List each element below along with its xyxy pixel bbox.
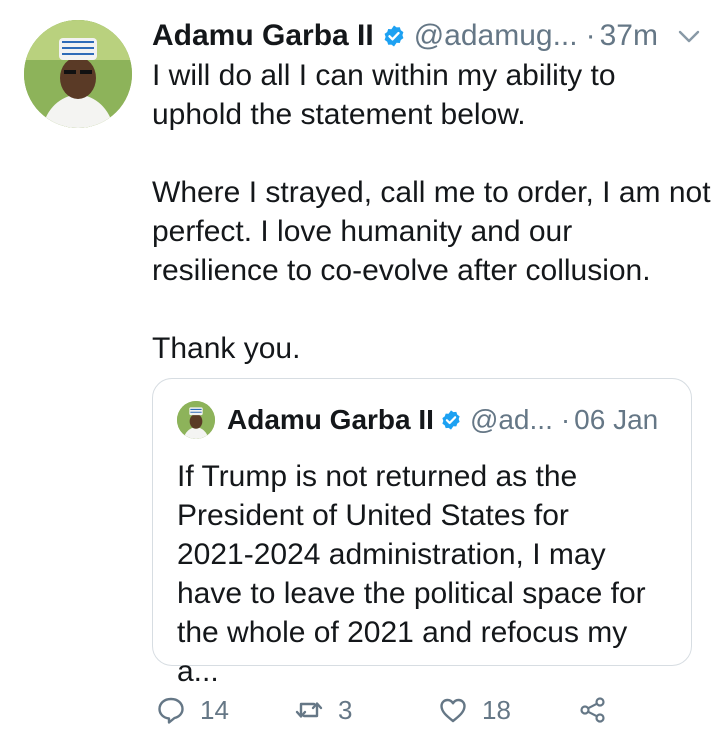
author-handle[interactable]: @adamug... xyxy=(414,19,578,53)
quoted-author-handle: @ad... xyxy=(469,404,553,435)
tweet-timestamp[interactable]: 37m xyxy=(600,19,658,53)
tweet-line: uphold the statement below. xyxy=(152,98,526,131)
tweet-header: Adamu Garba II @adamug... · 37m xyxy=(152,14,702,58)
heart-icon xyxy=(440,698,466,723)
reply-icon xyxy=(158,697,184,724)
like-button[interactable]: 18 xyxy=(438,690,511,730)
tweet-line: I will do all I can within my ability to xyxy=(152,59,616,92)
author-avatar[interactable] xyxy=(24,20,132,128)
quoted-tweet-line: If Trump is not returned as the xyxy=(177,460,578,493)
verified-badge-icon xyxy=(382,24,406,48)
tweet-line: Where I strayed, call me to order, I am … xyxy=(152,176,711,209)
tweet-line: perfect. I love humanity and our xyxy=(152,215,573,248)
tweet-text: I will do all I can within my ability to… xyxy=(152,56,712,368)
share-button[interactable] xyxy=(578,690,622,730)
like-count: 18 xyxy=(482,694,511,725)
quoted-author-avatar xyxy=(177,401,215,439)
quoted-tweet-line: 2021-2024 administration, I may xyxy=(177,538,606,571)
author-name[interactable]: Adamu Garba II xyxy=(152,19,374,53)
tweet-line: Thank you. xyxy=(152,332,301,365)
separator-dot: · xyxy=(585,19,596,52)
quoted-tweet-timestamp: 06 Jan xyxy=(574,404,659,435)
quoted-tweet-line: the whole of 2021 and refocus my a... xyxy=(177,616,628,688)
quoted-tweet-line: President of United States for xyxy=(177,499,569,532)
retweet-button[interactable]: 3 xyxy=(294,690,352,730)
share-icon xyxy=(580,697,605,723)
verified-badge-icon xyxy=(440,409,462,431)
avatar-image xyxy=(24,20,132,128)
tweet-line: resilience to co-evolve after collusion. xyxy=(152,254,651,287)
quoted-tweet-line: have to leave the political space for xyxy=(177,577,646,610)
retweet-count: 3 xyxy=(338,694,353,725)
chevron-down-icon[interactable] xyxy=(676,24,702,50)
retweet-icon xyxy=(295,702,323,718)
separator-dot: · xyxy=(560,404,571,435)
quoted-author-name: Adamu Garba II xyxy=(227,404,434,435)
quoted-tweet-card[interactable]: Adamu Garba II @ad... · 06 Jan If Trump … xyxy=(152,378,692,688)
quoted-tweet-text: If Trump is not returned as the Presiden… xyxy=(177,457,677,691)
reply-button[interactable]: 14 xyxy=(156,690,229,730)
quoted-tweet-header: Adamu Garba II @ad... · 06 Jan xyxy=(227,399,658,441)
quoted-avatar-image xyxy=(177,401,215,439)
tweet-action-bar: 14 3 18 xyxy=(152,690,632,730)
reply-count: 14 xyxy=(200,694,229,725)
